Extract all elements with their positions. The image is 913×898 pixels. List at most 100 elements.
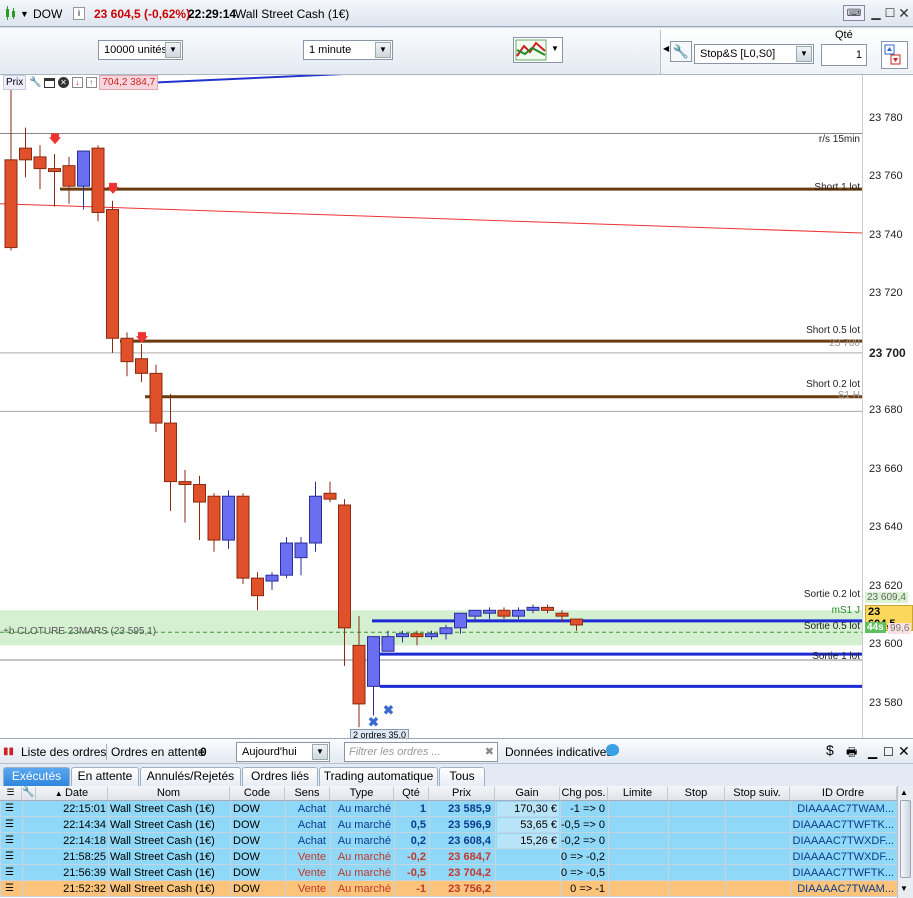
maximize-icon[interactable]: ☐ xyxy=(883,745,894,759)
column-divider xyxy=(22,881,23,897)
cell-sens: Vente xyxy=(297,851,326,863)
header-limite[interactable]: Limite xyxy=(608,787,668,800)
scroll-up-icon[interactable]: ▲ xyxy=(900,788,908,797)
window-icon[interactable] xyxy=(44,77,56,88)
wrench-icon[interactable]: 🔧 xyxy=(22,787,36,800)
column-divider xyxy=(790,849,791,865)
table-row[interactable]: ☰ 22:14:18 Wall Street Cash (1€) DOW Achat Au… xyxy=(0,833,897,849)
header-prix[interactable]: Prix xyxy=(429,787,495,800)
tab-ordres-lies[interactable]: Ordres liés xyxy=(242,767,318,786)
candlestick-chart[interactable]: ✖✖ xyxy=(0,75,862,739)
tab-annules-rejetes[interactable]: Annulés/Rejetés xyxy=(140,767,241,786)
header-date[interactable]: ▲ Date xyxy=(36,787,108,800)
label-short-05-lot: Short 0.5 lot xyxy=(806,325,860,336)
speech-bubble-icon[interactable] xyxy=(606,744,619,756)
label-short-1-lot: Short 1 lot xyxy=(814,182,860,193)
tab-en-attente[interactable]: En attente xyxy=(71,767,139,786)
cell-type: Au marché xyxy=(337,851,391,863)
cell-sens: Achat xyxy=(297,835,326,847)
column-divider xyxy=(429,817,430,833)
header-qte[interactable]: Qté xyxy=(394,787,429,800)
header-code[interactable]: Code xyxy=(230,787,285,800)
scrollbar-thumb[interactable] xyxy=(900,800,911,878)
clear-filter-icon[interactable]: ✖ xyxy=(485,745,494,758)
dollar-icon[interactable]: $ xyxy=(826,742,834,758)
y-tick-label: 23 700 xyxy=(869,345,906,360)
quantity-unit-select[interactable]: 10000 unités ▼ xyxy=(98,40,183,60)
order-detail-icon[interactable]: ☰ xyxy=(5,818,14,832)
close-circle-icon[interactable]: ✕ xyxy=(58,77,70,88)
header-nom[interactable]: Nom xyxy=(108,787,230,800)
header-chg-pos[interactable]: Chg pos. xyxy=(560,787,608,800)
tab-trading-automatique[interactable]: Trading automatique xyxy=(319,767,438,786)
tab-executes[interactable]: Exécutés xyxy=(3,767,70,786)
cell-gain: 170,30 € xyxy=(497,802,559,816)
move-down-icon[interactable]: ↓ xyxy=(71,77,83,88)
table-row[interactable]: ☰ 22:14:34 Wall Street Cash (1€) DOW Achat Au… xyxy=(0,817,897,833)
order-detail-icon[interactable]: ☰ xyxy=(5,850,14,864)
period-value: Aujourd'hui xyxy=(242,746,297,758)
minimize-icon[interactable]: ▁ xyxy=(868,745,877,759)
header-sens[interactable]: Sens xyxy=(285,787,330,800)
header-id-ordre[interactable]: ID Ordre xyxy=(790,787,897,800)
timeframe-value: 1 minute xyxy=(309,44,352,56)
symbol-label[interactable]: DOW xyxy=(33,7,62,21)
period-select[interactable]: Aujourd'hui ▼ xyxy=(236,742,330,762)
header-gain[interactable]: Gain xyxy=(495,787,560,800)
close-icon[interactable]: ✕ xyxy=(896,5,912,21)
cell-date: 21:58:25 xyxy=(63,851,106,863)
order-detail-icon[interactable]: ☰ xyxy=(5,834,14,848)
keyboard-icon[interactable]: ⌨ xyxy=(843,5,865,21)
wrench-icon[interactable]: 🔧 xyxy=(29,77,41,88)
header-type[interactable]: Type xyxy=(330,787,394,800)
label-short-02-lot: Short 0.2 lot xyxy=(806,379,860,390)
table-row[interactable]: ☰ 22:15:01 Wall Street Cash (1€) DOW Achat Au… xyxy=(0,801,897,817)
cell-prix: 23 704,2 xyxy=(448,867,491,879)
table-scrollbar[interactable]: ▲ ▼ xyxy=(897,786,913,898)
header-stop[interactable]: Stop xyxy=(668,787,725,800)
price-chart[interactable]: ✖ ✖ Prix 🔧 ✕ ↓ ↑ 704,2 384,7 r/s 15min Sh… xyxy=(0,74,913,739)
scroll-down-icon[interactable]: ▼ xyxy=(900,884,908,893)
column-divider xyxy=(108,833,109,849)
filter-orders-input[interactable]: Filtrer les ordres ... ✖ xyxy=(344,742,498,762)
collapse-arrow-icon[interactable]: ◀ xyxy=(663,44,669,53)
indicators-button[interactable]: ▼ xyxy=(513,37,563,63)
timeframe-select[interactable]: 1 minute ▼ xyxy=(303,40,393,60)
print-icon[interactable]: 🖶 xyxy=(846,743,857,764)
candle-body xyxy=(410,633,424,638)
column-divider xyxy=(668,881,669,897)
order-type-select[interactable]: Stop&S [L0,S0] ▼ xyxy=(694,44,814,64)
trend-line xyxy=(0,203,862,234)
cell-code: DOW xyxy=(233,851,260,863)
candle-body xyxy=(309,495,322,544)
cell-chg: 0 => -0,2 xyxy=(561,851,606,863)
table-row[interactable]: ☰ 21:56:39 Wall Street Cash (1€) DOW Vente Au… xyxy=(0,865,897,881)
quantity-unit-value: 10000 unités xyxy=(104,44,167,56)
column-divider xyxy=(608,881,609,897)
tab-tous[interactable]: Tous xyxy=(439,767,485,786)
order-detail-icon[interactable]: ☰ xyxy=(5,866,14,880)
pending-orders-label[interactable]: Ordres en attente xyxy=(111,745,204,759)
title-bar: ▼ DOW i 23 604,5 (-0,62%) 22:29:14 Wall … xyxy=(0,0,913,27)
candle-body xyxy=(120,337,134,363)
price-axis[interactable]: 23 780 23 760 23 740 23 720 23 700 23 680 23 6… xyxy=(862,75,913,739)
divider xyxy=(106,744,107,760)
cell-id: DIAAAAC7TWFTK... xyxy=(792,819,894,831)
dropdown-arrow-icon[interactable]: ▼ xyxy=(20,9,29,19)
cell-gain xyxy=(497,850,559,864)
column-divider xyxy=(22,849,23,865)
wrench-icon[interactable]: 🔧 xyxy=(670,41,692,62)
buy-sell-icon xyxy=(884,44,901,65)
chart-plot-area[interactable]: ✖ ✖ Prix 🔧 ✕ ↓ ↑ 704,2 384,7 r/s 15min Sh… xyxy=(0,75,862,739)
close-icon[interactable]: ✕ xyxy=(898,743,910,760)
order-detail-icon[interactable]: ☰ xyxy=(5,882,14,896)
qty-input[interactable]: 1 xyxy=(821,44,867,66)
header-stop-suiv[interactable]: Stop suiv. xyxy=(725,787,790,800)
table-row[interactable]: ☰ 21:52:32 Wall Street Cash (1€) DOW Vente Au… xyxy=(0,881,897,897)
move-up-icon[interactable]: ↑ xyxy=(85,77,97,88)
info-icon[interactable]: i xyxy=(73,7,85,20)
table-row[interactable]: ☰ 21:58:25 Wall Street Cash (1€) DOW Vente Au… xyxy=(0,849,897,865)
order-detail-icon[interactable]: ☰ xyxy=(5,802,14,816)
buy-sell-button[interactable] xyxy=(881,41,908,69)
column-divider xyxy=(495,833,496,849)
